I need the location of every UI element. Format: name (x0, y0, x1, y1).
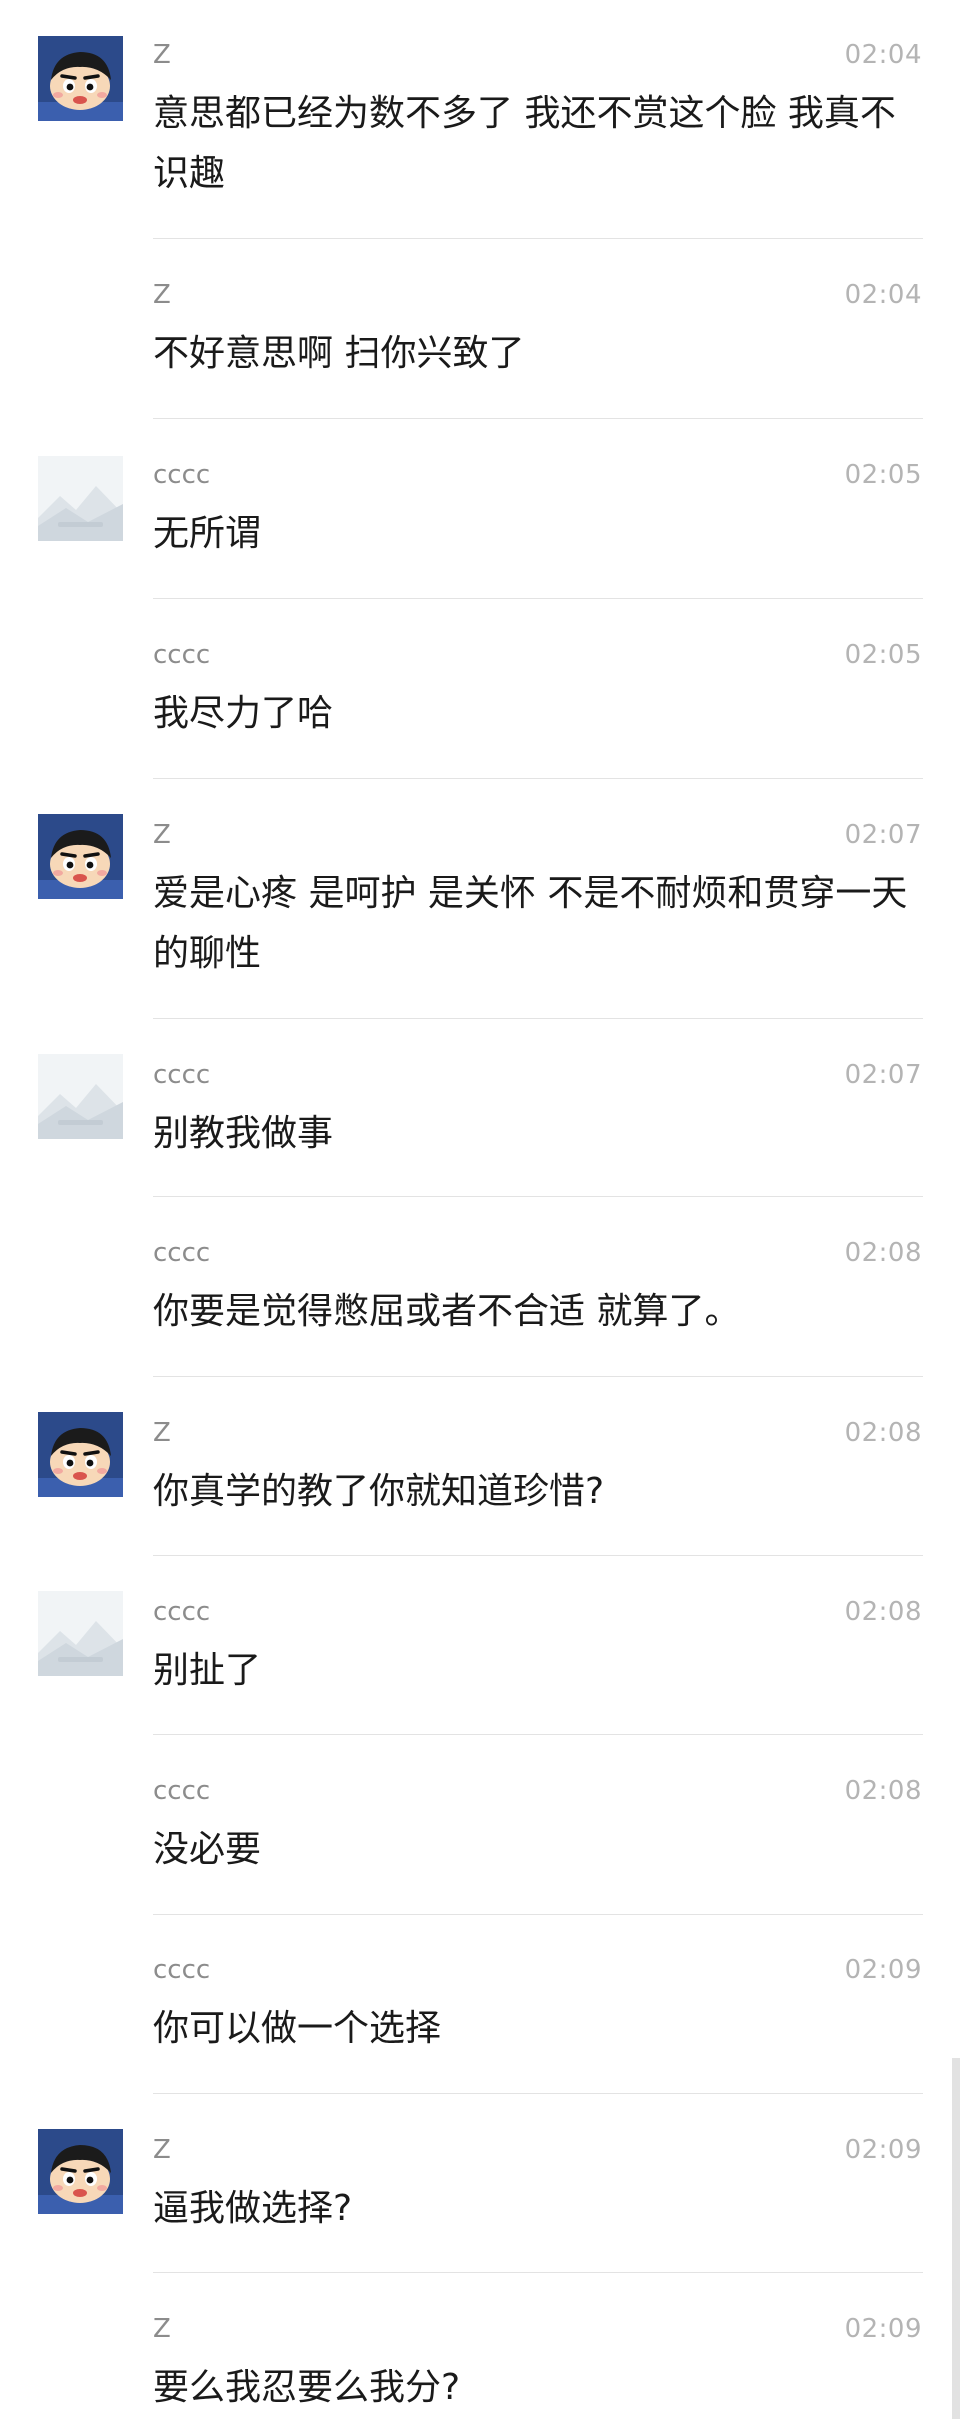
message-divider (153, 2272, 923, 2273)
message-text: 你要是觉得憋屈或者不合适 就算了。 (153, 1291, 741, 1332)
image-placeholder-avatar[interactable] (38, 1054, 123, 1139)
message-time: 02:09 (844, 1955, 922, 1985)
message-divider (153, 1376, 923, 1377)
sender-name: cccc (153, 1060, 211, 1090)
message-divider (153, 2093, 923, 2094)
crayon-shin-chan-avatar[interactable] (38, 36, 123, 121)
message-text: 逼我做选择? (153, 2188, 353, 2229)
message-time: 02:05 (844, 460, 922, 490)
crayon-shin-chan-avatar-image (38, 814, 123, 899)
sender-name: cccc (153, 1597, 211, 1627)
crayon-shin-chan-avatar[interactable] (38, 814, 123, 899)
crayon-shin-chan-avatar-image (38, 1412, 123, 1497)
message-text: 没必要 (153, 1829, 262, 1870)
message-divider (153, 238, 923, 239)
message-divider (153, 1196, 923, 1197)
sender-name: cccc (153, 1955, 211, 1985)
message-divider (153, 1555, 923, 1556)
message-text: 别扯了 (153, 1650, 262, 1691)
message-time: 02:09 (844, 2314, 922, 2344)
sender-name: Z (153, 280, 171, 310)
message-divider (153, 598, 923, 599)
message-time: 02:08 (844, 1597, 922, 1627)
message-text: 要么我忍要么我分? (153, 2367, 461, 2408)
sender-name: cccc (153, 460, 211, 490)
sender-name: cccc (153, 640, 211, 670)
message-time: 02:07 (844, 820, 922, 850)
scrollbar[interactable] (952, 2058, 960, 2419)
message-divider (153, 1734, 923, 1735)
image-placeholder-icon (38, 1054, 123, 1139)
image-placeholder-avatar[interactable] (38, 1591, 123, 1676)
sender-name: cccc (153, 1238, 211, 1268)
sender-name: Z (153, 40, 171, 70)
message-text: 不好意思啊 扫你兴致了 (153, 333, 525, 374)
message-text: 别教我做事 (153, 1113, 334, 1154)
message-divider (153, 1914, 923, 1915)
message-time: 02:04 (844, 40, 922, 70)
sender-name: Z (153, 2314, 171, 2344)
message-divider (153, 418, 923, 419)
crayon-shin-chan-avatar-image (38, 36, 123, 121)
message-divider (153, 778, 923, 779)
crayon-shin-chan-avatar[interactable] (38, 1412, 123, 1497)
image-placeholder-icon (38, 456, 123, 541)
message-time: 02:05 (844, 640, 922, 670)
message-text: 意思都已经为数不多了 我还不赏这个脸 我真不识趣 (153, 93, 896, 194)
image-placeholder-avatar[interactable] (38, 456, 123, 541)
crayon-shin-chan-avatar[interactable] (38, 2129, 123, 2214)
sender-name: cccc (153, 1776, 211, 1806)
sender-name: Z (153, 2135, 171, 2165)
message-text: 你真学的教了你就知道珍惜? (153, 1471, 605, 1512)
message-time: 02:08 (844, 1418, 922, 1448)
message-time: 02:07 (844, 1060, 922, 1090)
message-text: 无所谓 (153, 513, 262, 554)
message-text: 你可以做一个选择 (153, 2008, 442, 2049)
sender-name: Z (153, 820, 171, 850)
message-divider (153, 1018, 923, 1019)
message-time: 02:04 (844, 280, 922, 310)
sender-name: Z (153, 1418, 171, 1448)
message-text: 我尽力了哈 (153, 693, 334, 734)
crayon-shin-chan-avatar-image (38, 2129, 123, 2214)
message-text: 爱是心疼 是呵护 是关怀 不是不耐烦和贯穿一天的聊性 (153, 873, 908, 974)
message-time: 02:08 (844, 1238, 922, 1268)
message-time: 02:09 (844, 2135, 922, 2165)
message-time: 02:08 (844, 1776, 922, 1806)
image-placeholder-icon (38, 1591, 123, 1676)
